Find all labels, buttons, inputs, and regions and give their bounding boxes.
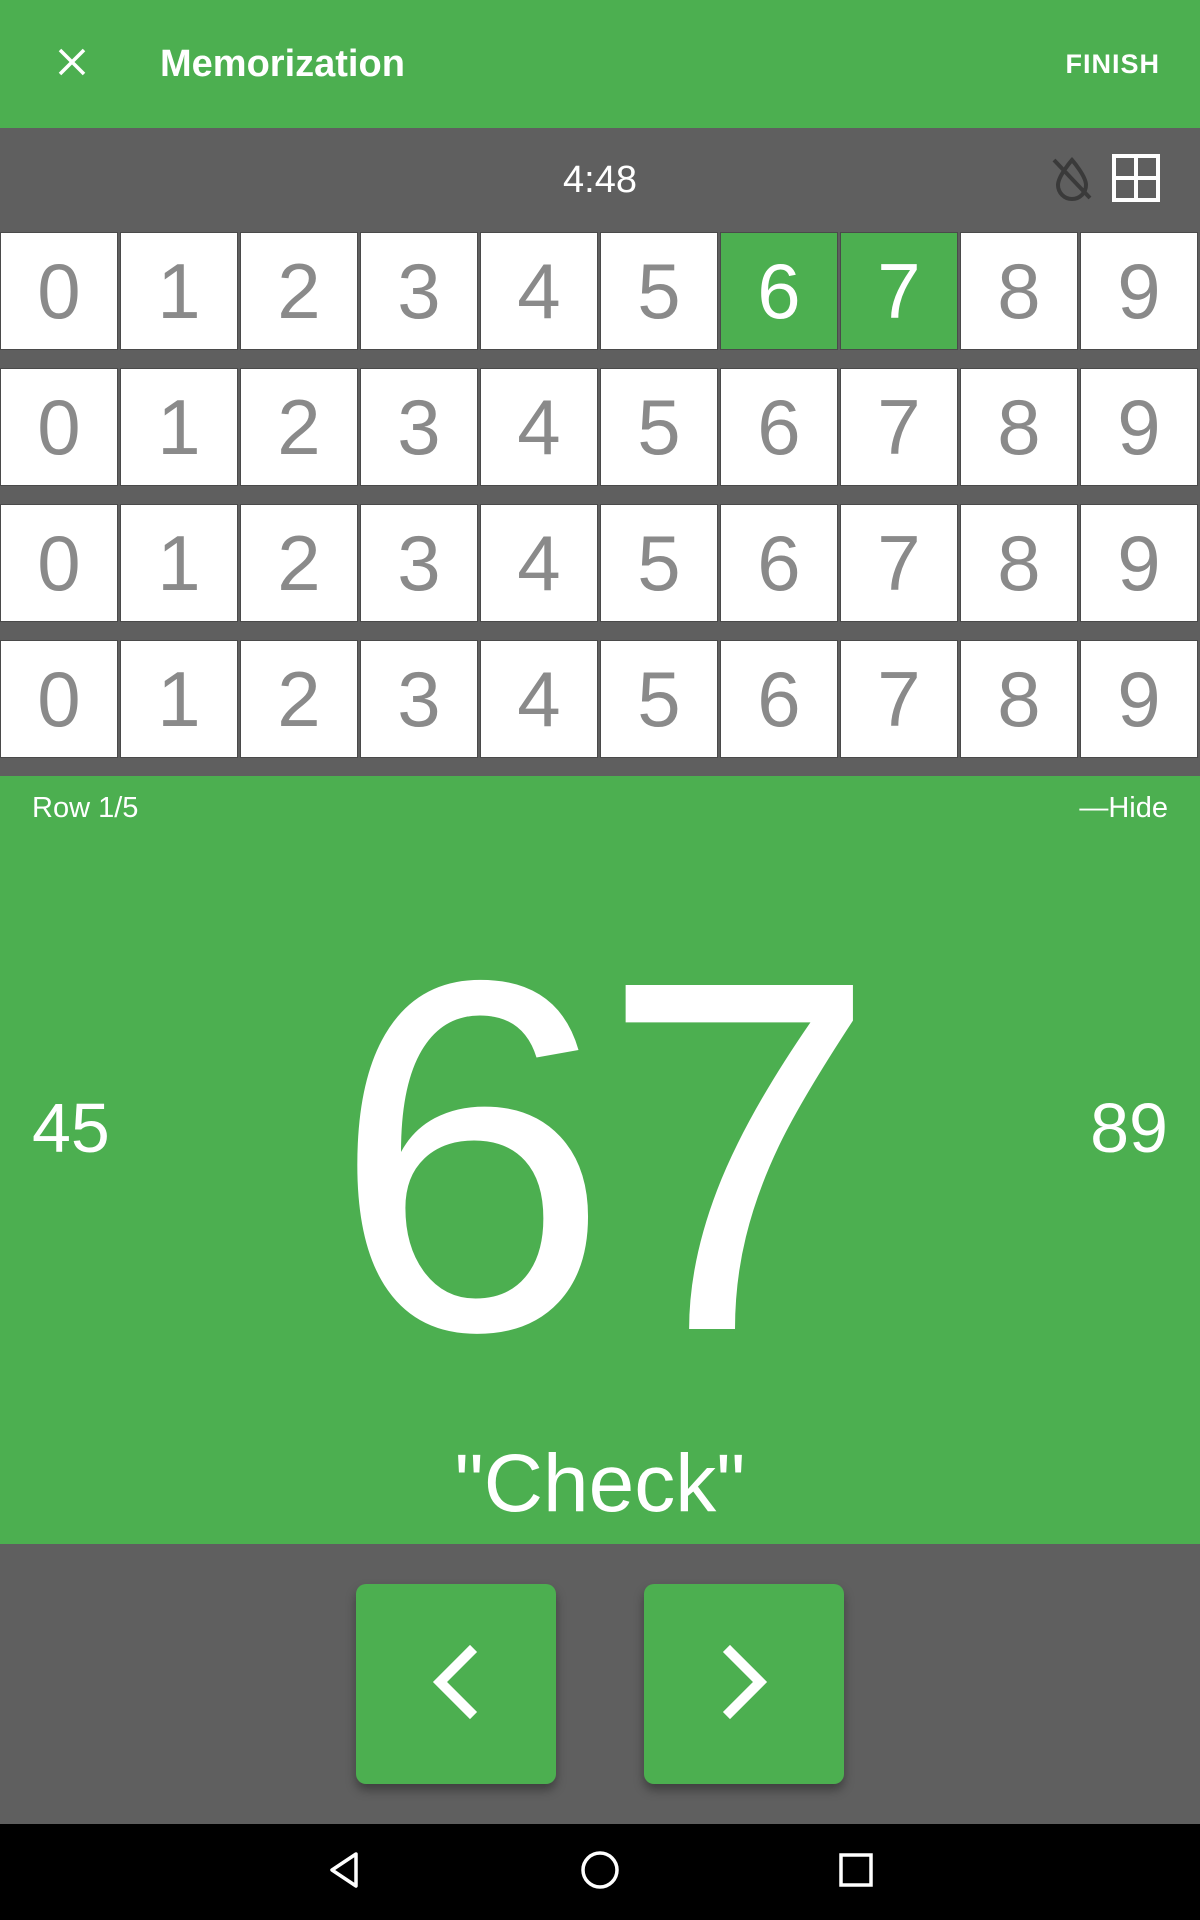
digit-cell[interactable]: 2 xyxy=(240,368,358,486)
current-number: 67 xyxy=(331,876,878,1435)
digit-cell[interactable]: 7 xyxy=(840,640,958,758)
digit-cell[interactable]: 3 xyxy=(360,504,478,622)
digit-cell[interactable]: 9 xyxy=(1080,232,1198,350)
digit-cell[interactable]: 8 xyxy=(960,368,1078,486)
digit-cell[interactable]: 5 xyxy=(600,232,718,350)
navigation-area xyxy=(0,1544,1200,1824)
digit-cell[interactable]: 4 xyxy=(480,640,598,758)
grid-icon xyxy=(1112,153,1160,207)
finish-button[interactable]: FINISH xyxy=(1065,44,1160,84)
digit-row: 0123456789 xyxy=(0,640,1200,758)
digit-cell[interactable]: 6 xyxy=(720,232,838,350)
timer-bar: 4:48 xyxy=(0,128,1200,232)
digit-cell[interactable]: 0 xyxy=(0,368,118,486)
back-icon xyxy=(324,1850,364,1895)
visibility-toggle-button[interactable] xyxy=(1044,152,1100,208)
next-button[interactable] xyxy=(644,1584,844,1784)
system-nav-bar xyxy=(0,1824,1200,1920)
grid-view-button[interactable] xyxy=(1108,152,1164,208)
chevron-right-icon xyxy=(714,1642,774,1727)
system-back-button[interactable] xyxy=(316,1844,372,1900)
timer-display: 4:48 xyxy=(563,159,637,201)
system-home-button[interactable] xyxy=(572,1844,628,1900)
digit-cell[interactable]: 0 xyxy=(0,504,118,622)
digit-cell[interactable]: 9 xyxy=(1080,368,1198,486)
digit-cell[interactable]: 6 xyxy=(720,504,838,622)
digit-cell[interactable]: 6 xyxy=(720,640,838,758)
next-number: 89 xyxy=(1090,1089,1168,1167)
digit-cell[interactable]: 2 xyxy=(240,640,358,758)
digit-row: 0123456789 xyxy=(0,232,1200,350)
close-icon xyxy=(57,47,87,82)
page-title: Memorization xyxy=(160,43,405,85)
digit-cell[interactable]: 4 xyxy=(480,232,598,350)
digit-cell[interactable]: 1 xyxy=(120,640,238,758)
recents-icon xyxy=(836,1850,876,1895)
digit-cell[interactable]: 0 xyxy=(0,232,118,350)
digit-cell[interactable]: 8 xyxy=(960,232,1078,350)
digit-cell[interactable]: 9 xyxy=(1080,640,1198,758)
digit-cell[interactable]: 4 xyxy=(480,368,598,486)
system-recents-button[interactable] xyxy=(828,1844,884,1900)
chevron-left-icon xyxy=(426,1642,486,1727)
digit-cell[interactable]: 3 xyxy=(360,640,478,758)
digit-cell[interactable]: 7 xyxy=(840,232,958,350)
digit-cell[interactable]: 4 xyxy=(480,504,598,622)
hide-button[interactable]: —Hide xyxy=(1079,788,1168,828)
digit-cell[interactable]: 7 xyxy=(840,368,958,486)
app-bar: Memorization FINISH xyxy=(0,0,1200,128)
digit-cell[interactable]: 1 xyxy=(120,368,238,486)
close-button[interactable] xyxy=(48,40,96,88)
digit-cell[interactable]: 6 xyxy=(720,368,838,486)
digit-cell[interactable]: 8 xyxy=(960,504,1078,622)
digit-cell[interactable]: 2 xyxy=(240,504,358,622)
digit-row: 0123456789 xyxy=(0,368,1200,486)
display-panel: Row 1/5 —Hide 45 67 89 "Check" xyxy=(0,776,1200,1544)
row-indicator: Row 1/5 xyxy=(32,792,139,824)
digit-cell[interactable]: 8 xyxy=(960,640,1078,758)
digit-cell[interactable]: 3 xyxy=(360,368,478,486)
home-icon xyxy=(578,1848,622,1897)
digit-row: 0123456789 xyxy=(0,504,1200,622)
digit-cell[interactable]: 9 xyxy=(1080,504,1198,622)
digit-cell[interactable]: 1 xyxy=(120,232,238,350)
digit-cell[interactable]: 0 xyxy=(0,640,118,758)
digit-cell[interactable]: 7 xyxy=(840,504,958,622)
digit-cell[interactable]: 3 xyxy=(360,232,478,350)
digit-cell[interactable]: 5 xyxy=(600,504,718,622)
digit-cell[interactable]: 2 xyxy=(240,232,358,350)
digit-cell[interactable]: 5 xyxy=(600,368,718,486)
mnemonic-word: "Check" xyxy=(454,1438,746,1529)
previous-button[interactable] xyxy=(356,1584,556,1784)
visibility-off-icon xyxy=(1048,154,1096,207)
digit-cell[interactable]: 1 xyxy=(120,504,238,622)
digit-cell[interactable]: 5 xyxy=(600,640,718,758)
